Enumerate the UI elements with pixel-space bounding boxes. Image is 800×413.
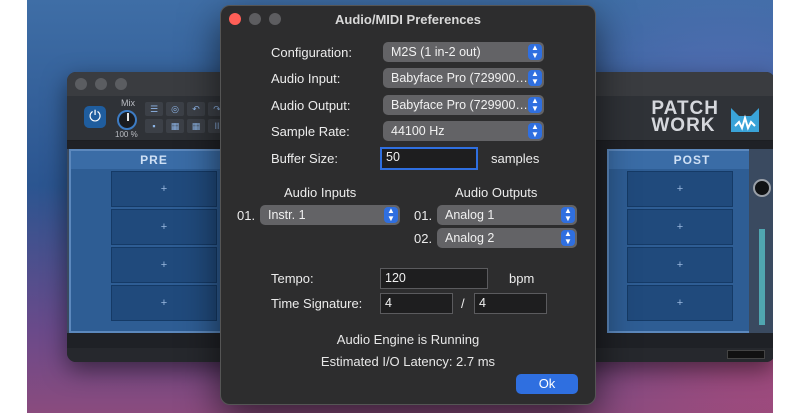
audio-input-select[interactable]: Babyface Pro (729900… ▲ ▼ (383, 68, 544, 88)
undo-icon[interactable]: ↶ (187, 102, 205, 116)
list-icon[interactable]: ☰ (145, 102, 163, 116)
input-channel-select[interactable]: Instr. 1 ▲ ▼ (260, 205, 400, 225)
output-channel-select[interactable]: Analog 2 ▲ ▼ (437, 228, 577, 248)
audio-midi-preferences-dialog: Audio/MIDI Preferences Configuration: M2… (220, 5, 596, 405)
engine-status: Audio Engine is Running (336, 332, 480, 347)
dialog-title: Audio/MIDI Preferences (335, 12, 481, 27)
mix-value: 100 % (115, 130, 138, 139)
mix-label: Mix (121, 98, 135, 108)
pre-slot[interactable]: + (111, 171, 217, 207)
chevron-updown-icon: ▲ ▼ (528, 123, 542, 139)
audio-input-label: Audio Input: (271, 71, 341, 86)
cpu-meter (727, 350, 765, 359)
host-zoom-button[interactable] (115, 78, 127, 90)
chevron-updown-icon: ▲ ▼ (561, 230, 575, 246)
chevron-updown-icon: ▲ ▼ (384, 207, 398, 223)
power-icon[interactable]: ⏻ (84, 106, 106, 128)
audio-input-value: Babyface Pro (729900… (391, 71, 528, 85)
chevron-updown-icon: ▲ ▼ (561, 207, 575, 223)
post-slot[interactable]: + (627, 247, 733, 283)
output-index: 02. (414, 231, 433, 246)
post-slot[interactable]: + (627, 171, 733, 207)
chevron-updown-icon: ▲ ▼ (528, 70, 542, 86)
folder-icon[interactable]: ▪ (145, 119, 163, 133)
configuration-select[interactable]: M2S (1 in-2 out) ▲ ▼ (383, 42, 544, 62)
sample-rate-select[interactable]: 44100 Hz ▲ ▼ (383, 121, 544, 141)
output-gain-knob[interactable] (753, 179, 771, 197)
matrix-icon[interactable]: ▦ (187, 119, 205, 133)
pre-slot[interactable]: + (111, 285, 217, 321)
post-slot[interactable]: + (627, 285, 733, 321)
host-minimize-button[interactable] (95, 78, 107, 90)
configuration-label: Configuration: (271, 45, 352, 60)
pre-slot[interactable]: + (111, 209, 217, 245)
patchwork-logo: PATCH WORK (651, 98, 719, 136)
buffer-size-unit: samples (491, 151, 540, 166)
post-slot[interactable]: + (627, 209, 733, 245)
time-signature-numerator[interactable]: 4 (380, 293, 453, 314)
buffer-size-field[interactable]: 50 (380, 147, 478, 170)
right-side-strip (749, 149, 773, 333)
output-channel-value: Analog 1 (445, 208, 495, 222)
mix-knob[interactable] (117, 110, 137, 130)
input-channel-value: Instr. 1 (268, 208, 306, 222)
audio-inputs-header: Audio Inputs (284, 185, 357, 200)
tempo-label: Tempo: (271, 271, 314, 286)
sample-rate-value: 44100 Hz (391, 124, 445, 138)
output-channel-select[interactable]: Analog 1 ▲ ▼ (437, 205, 577, 225)
host-close-button[interactable] (75, 78, 87, 90)
configuration-value: M2S (1 in-2 out) (391, 45, 481, 59)
grid-icon[interactable]: ▦ (166, 119, 184, 133)
tempo-field[interactable]: 120 (380, 268, 488, 289)
input-index: 01. (237, 208, 256, 223)
time-signature-denominator[interactable]: 4 (474, 293, 547, 314)
pre-label: PRE (71, 151, 237, 169)
sample-rate-label: Sample Rate: (271, 124, 350, 139)
audio-outputs-header: Audio Outputs (455, 185, 538, 200)
output-index: 01. (414, 208, 433, 223)
ok-button[interactable]: Ok (516, 374, 578, 394)
output-meter (759, 229, 765, 325)
settings-icon[interactable]: ◎ (166, 102, 184, 116)
cat-logo-icon (731, 108, 759, 132)
buffer-size-label: Buffer Size: (271, 151, 338, 166)
pre-panel: PRE + + + + (69, 149, 239, 333)
audio-output-value: Babyface Pro (729900… (391, 98, 528, 112)
audio-output-select[interactable]: Babyface Pro (729900… ▲ ▼ (383, 95, 544, 115)
latency-readout: Estimated I/O Latency: 2.7 ms (320, 354, 496, 369)
pre-slot[interactable]: + (111, 247, 217, 283)
time-signature-label: Time Signature: (271, 296, 363, 311)
audio-output-label: Audio Output: (271, 98, 351, 113)
chevron-updown-icon: ▲ ▼ (528, 44, 542, 60)
tempo-unit: bpm (509, 271, 535, 286)
dialog-titlebar: Audio/MIDI Preferences (221, 6, 595, 32)
output-channel-value: Analog 2 (445, 231, 495, 245)
time-signature-separator: / (461, 296, 465, 311)
chevron-updown-icon: ▲ ▼ (528, 97, 542, 113)
